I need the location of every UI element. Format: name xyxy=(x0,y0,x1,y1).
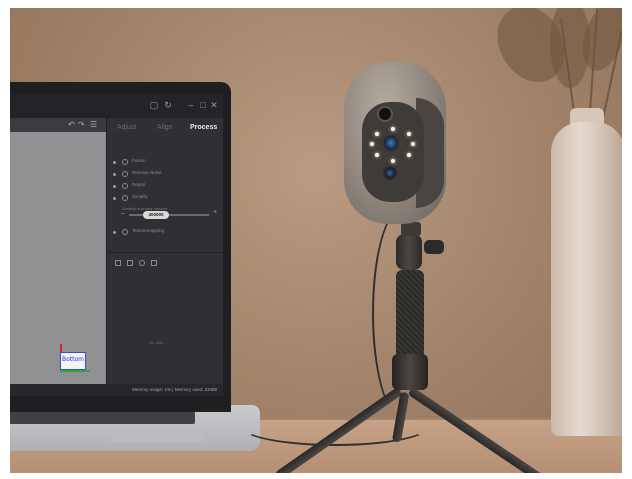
vase xyxy=(551,122,622,436)
view-cube: Bottom xyxy=(60,352,86,370)
panel-tabs: Adjust Align Process xyxy=(107,118,223,140)
tab-align: Align xyxy=(157,124,173,131)
laptop-keyboard xyxy=(10,410,195,424)
tripod-collar xyxy=(392,354,428,390)
redo-icon: ↷ xyxy=(78,120,85,129)
tab-process: Process xyxy=(190,124,218,131)
window-icon: ▢ xyxy=(149,100,159,110)
tab-adjust: Adjust xyxy=(117,124,137,131)
led-light xyxy=(375,153,379,157)
led-light xyxy=(407,132,411,136)
option-texturemapping: Texturemapping xyxy=(113,228,223,238)
option-icon xyxy=(122,171,128,177)
bullet-icon xyxy=(113,161,116,164)
slider-track xyxy=(129,214,209,216)
bullet-icon xyxy=(113,197,116,200)
panel-divider xyxy=(107,252,223,253)
refresh-icon: ↻ xyxy=(164,100,172,110)
scanner-mount xyxy=(401,222,421,236)
scanner-lens-middle xyxy=(382,134,400,152)
option-label: Fusion xyxy=(132,158,146,163)
process-panel: Adjust Align Process Fusion Remove Noise xyxy=(106,118,223,384)
trash-icon xyxy=(151,260,157,266)
option-icon xyxy=(122,159,128,165)
menu-icon: ☰ xyxy=(90,120,98,129)
3d-viewport xyxy=(10,132,106,384)
option-icon xyxy=(122,229,128,235)
led-light xyxy=(375,132,379,136)
plus-icon: + xyxy=(213,209,218,216)
scanner-lens-bottom xyxy=(383,166,397,180)
led-light xyxy=(391,159,395,163)
view-cube-label: Bottom xyxy=(62,356,85,363)
axis-x-indicator xyxy=(60,370,90,372)
option-label: Simplify xyxy=(132,194,148,199)
minus-icon: – xyxy=(121,210,125,217)
app-titlebar: ▢ ↻ – □ ✕ xyxy=(10,94,223,118)
led-light xyxy=(391,127,395,131)
option-label: Repair xyxy=(132,182,146,187)
memory-status: Memory usage: 1% | Memory used: 23488 xyxy=(132,387,217,392)
photo-scene: ▢ ↻ – □ ✕ ↶ ↷ ☰ Bottom Adjust Align Proc… xyxy=(10,8,622,473)
copy-icon xyxy=(127,260,133,266)
undo-icon: ↶ xyxy=(68,120,75,129)
option-fusion: Fusion xyxy=(113,158,223,168)
bullet-icon xyxy=(113,231,116,234)
led-light xyxy=(407,153,411,157)
photo-frame: ▢ ↻ – □ ✕ ↶ ↷ ☰ Bottom Adjust Align Proc… xyxy=(0,0,632,479)
led-light xyxy=(370,142,374,146)
laptop-trackpad xyxy=(110,428,205,442)
tripod-ballhead xyxy=(396,234,422,270)
bullet-icon xyxy=(113,173,116,176)
option-icon xyxy=(122,183,128,189)
rotate-icon xyxy=(139,260,145,266)
bullet-icon xyxy=(113,185,116,188)
viewport-toolbar: ↶ ↷ ☰ xyxy=(10,118,106,132)
scanner-lens-top xyxy=(377,106,393,122)
maximize-icon: □ xyxy=(200,100,206,110)
scan-software-window: ▢ ↻ – □ ✕ ↶ ↷ ☰ Bottom Adjust Align Proc… xyxy=(10,94,223,396)
slider-value-pill: 400000 xyxy=(143,211,169,219)
option-repair: Repair xyxy=(113,182,223,192)
status-bar: Memory usage: 1% | Memory used: 23488 xyxy=(10,384,223,396)
scanner-face xyxy=(362,102,424,202)
option-icon xyxy=(122,195,128,201)
option-label: Remove Noise xyxy=(132,170,162,175)
minimize-icon: – xyxy=(188,100,194,110)
option-label: Texturemapping xyxy=(132,228,165,233)
led-light xyxy=(411,142,415,146)
close-icon: ✕ xyxy=(210,100,218,110)
export-icon xyxy=(115,260,121,266)
tripod-knob xyxy=(424,240,444,254)
option-remove-noise: Remove Noise xyxy=(113,170,223,180)
panel-placeholder: No data xyxy=(149,340,164,345)
option-simplify: Simplify xyxy=(113,194,223,204)
